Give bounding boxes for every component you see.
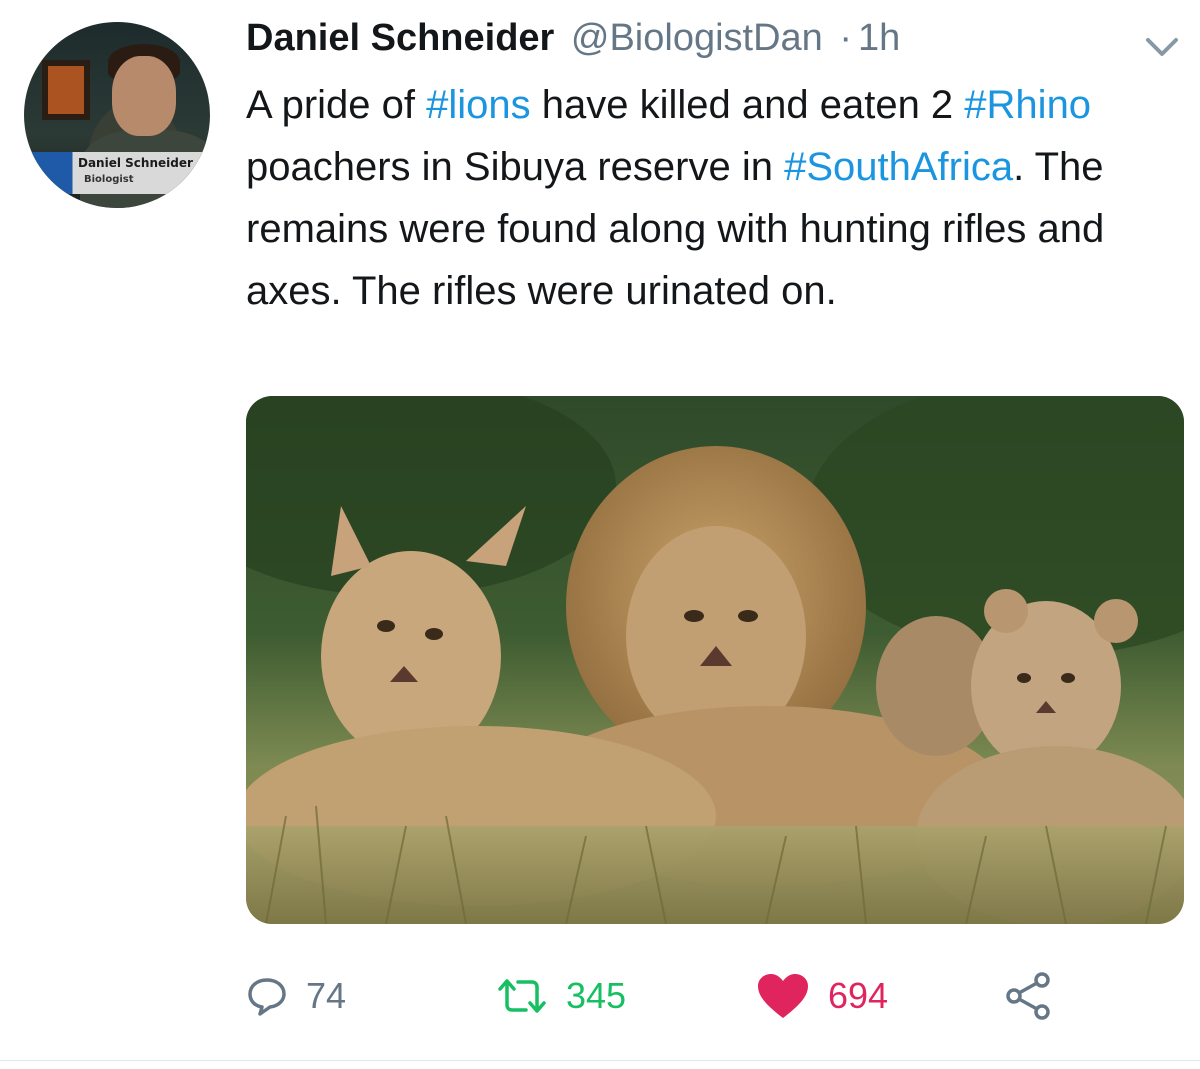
- reply-button[interactable]: 74: [246, 968, 346, 1024]
- tweet-text-part: poachers in Sibuya reserve in: [246, 145, 785, 189]
- avatar-caption-role: Biologist: [84, 174, 134, 185]
- reply-count: 74: [306, 975, 347, 1016]
- avatar-background-window: [42, 60, 90, 120]
- tweet-text: A pride of #lions have killed and eaten …: [246, 74, 1176, 322]
- reply-icon: [248, 978, 286, 1016]
- lions-photo-illustration: [246, 396, 1184, 924]
- heart-icon: [758, 974, 808, 1018]
- tweet-photo[interactable]: [246, 396, 1184, 924]
- avatar-face: [112, 56, 176, 136]
- share-button[interactable]: [1002, 968, 1054, 1024]
- retweet-button[interactable]: 345: [496, 968, 626, 1024]
- hashtag-rhino[interactable]: #Rhino: [964, 83, 1091, 127]
- retweet-count: 345: [566, 975, 627, 1016]
- chevron-down-icon: [1146, 38, 1178, 56]
- avatar-caption-name: Daniel Schneider: [78, 156, 193, 170]
- tweet-timestamp[interactable]: 1h: [858, 17, 900, 59]
- hashtag-southafrica[interactable]: #SouthAfrica: [784, 145, 1013, 189]
- tweet-header: Daniel Schneider @BiologistDan · 1h: [246, 14, 900, 62]
- avatar[interactable]: Daniel Schneider Biologist: [24, 22, 210, 208]
- share-icon: [1006, 972, 1050, 1020]
- author-handle[interactable]: @BiologistDan: [571, 17, 823, 59]
- separator-dot: ·: [839, 17, 853, 59]
- tweet-actions: 74 345 694: [246, 968, 1086, 1024]
- tweet-menu-button[interactable]: [1140, 28, 1184, 64]
- author-name[interactable]: Daniel Schneider: [246, 17, 554, 59]
- like-count: 694: [828, 975, 889, 1016]
- avatar-caption: Daniel Schneider Biologist: [24, 152, 210, 194]
- tweet-text-part: have killed and eaten 2: [530, 83, 965, 127]
- retweet-icon: [498, 979, 546, 1013]
- tweet-divider: [0, 1060, 1200, 1061]
- like-button[interactable]: 694: [756, 968, 888, 1024]
- hashtag-lions[interactable]: #lions: [426, 83, 531, 127]
- tweet-text-part: A pride of: [246, 83, 427, 127]
